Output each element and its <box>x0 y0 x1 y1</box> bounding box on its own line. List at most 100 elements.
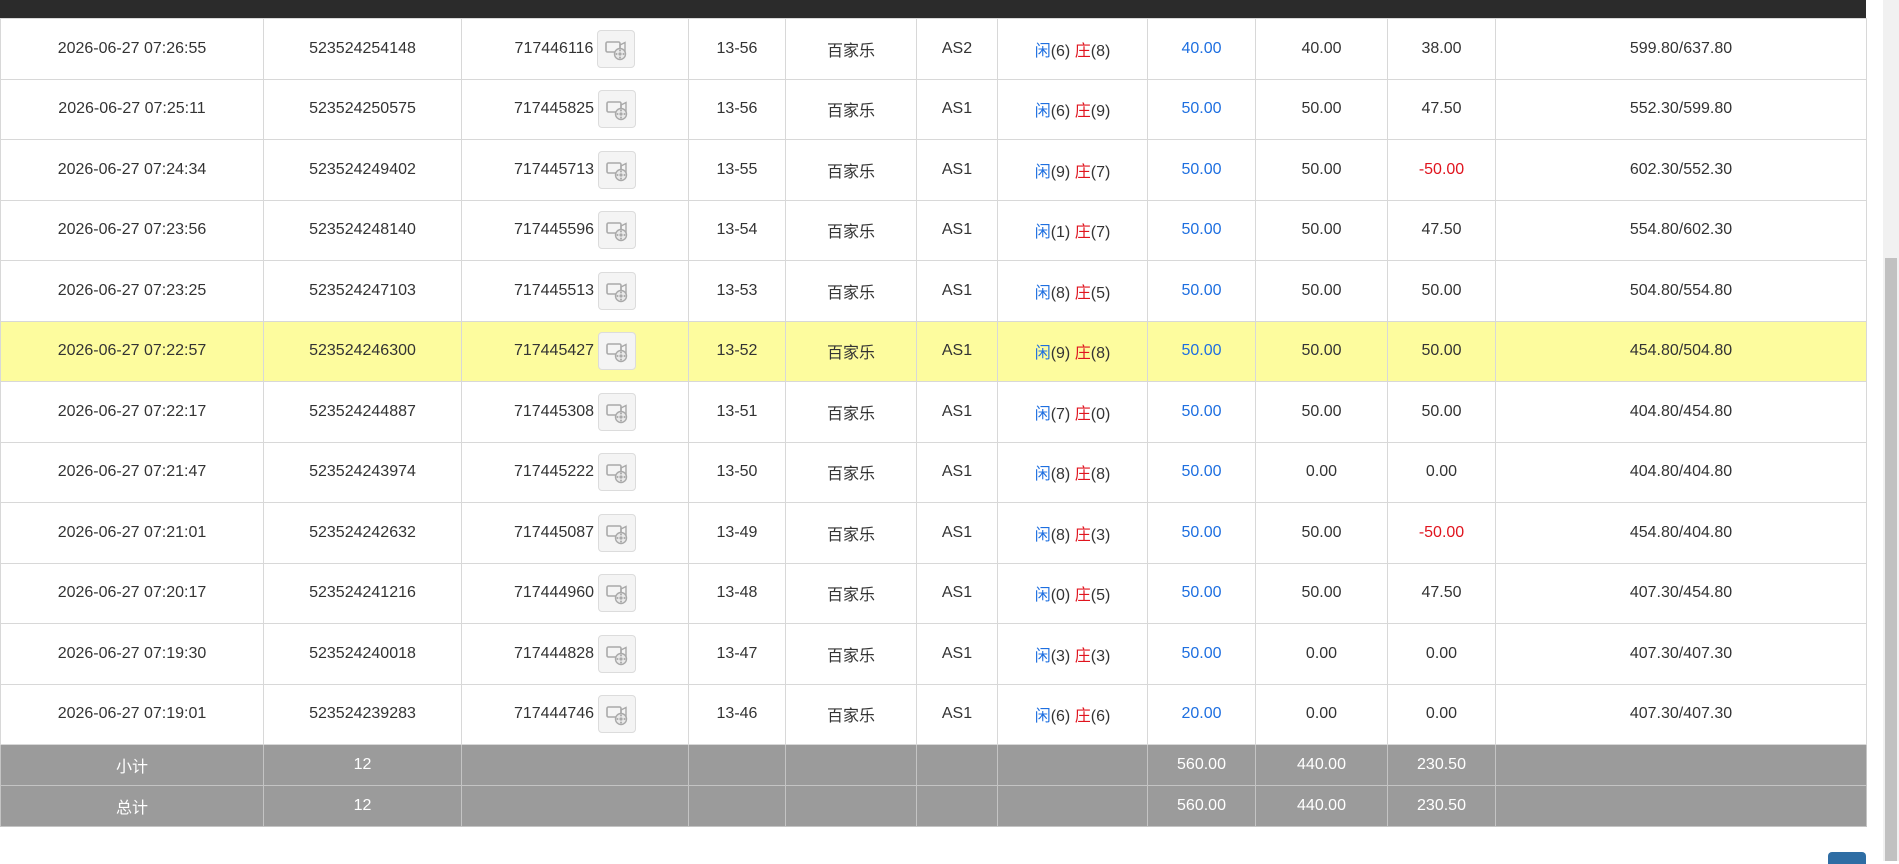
video-replay-icon[interactable] <box>598 90 637 129</box>
balance-cell: 454.80/404.80 <box>1495 502 1867 564</box>
empty-cell <box>688 785 786 827</box>
game-type-cell: 百家乐 <box>785 441 917 503</box>
bet-id-cell: 523524247103 <box>263 260 462 322</box>
player-label: 闲 <box>1034 284 1051 302</box>
bet-amount-cell[interactable]: 50.00 <box>1147 502 1256 564</box>
banker-label: 庄 <box>1074 405 1091 423</box>
bet-amount-cell[interactable]: 50.00 <box>1147 562 1256 624</box>
player-label: 闲 <box>1034 42 1051 60</box>
bet-amount-cell[interactable]: 50.00 <box>1147 381 1256 443</box>
pagination-button[interactable] <box>1828 852 1866 864</box>
game-type-cell: 百家乐 <box>785 623 917 685</box>
game-type-cell: 百家乐 <box>785 381 917 443</box>
balance-cell: 454.80/504.80 <box>1495 320 1867 382</box>
table-row: 2026-06-27 07:21:47 523524243974 717445222… <box>0 441 1867 503</box>
bet-id-cell: 523524243974 <box>263 441 462 503</box>
table-body: 2026-06-27 07:26:55 523524254148 717446116… <box>0 18 1867 827</box>
video-replay-icon[interactable] <box>598 453 637 492</box>
video-replay-icon[interactable] <box>597 29 636 68</box>
banker-score: (0) <box>1090 405 1111 423</box>
video-replay-icon[interactable] <box>598 695 637 734</box>
bet-amount-cell[interactable]: 50.00 <box>1147 320 1256 382</box>
game-type-cell: 百家乐 <box>785 683 917 745</box>
video-replay-icon[interactable] <box>598 392 637 431</box>
empty-cell <box>1495 785 1867 827</box>
player-score: (9) <box>1050 163 1071 181</box>
video-replay-icon[interactable] <box>598 332 637 371</box>
win-loss-cell: -50.00 <box>1387 502 1496 564</box>
banker-label: 庄 <box>1074 526 1091 544</box>
round-id-cell: 717445222 <box>461 441 689 503</box>
bet-amount-cell[interactable]: 50.00 <box>1147 441 1256 503</box>
video-replay-icon[interactable] <box>598 271 637 310</box>
valid-bet-cell: 0.00 <box>1255 441 1388 503</box>
subtotal-bet-amount: 560.00 <box>1147 744 1256 786</box>
bet-amount-cell[interactable]: 50.00 <box>1147 623 1256 685</box>
round-id-text: 717445596 <box>513 221 595 239</box>
round-id-text: 717445222 <box>513 463 595 481</box>
player-label: 闲 <box>1034 224 1051 242</box>
player-score: (1) <box>1050 224 1071 242</box>
video-replay-icon[interactable] <box>598 634 637 673</box>
table-code-cell: AS1 <box>916 199 998 261</box>
shoe-round-cell: 13-46 <box>688 683 786 745</box>
player-label: 闲 <box>1034 466 1051 484</box>
banker-label: 庄 <box>1074 284 1091 302</box>
video-replay-icon[interactable] <box>598 513 637 552</box>
video-replay-icon[interactable] <box>598 574 637 613</box>
round-id-text: 717445713 <box>513 160 595 178</box>
win-loss-cell: 0.00 <box>1387 441 1496 503</box>
round-id-text: 717444828 <box>513 644 595 662</box>
round-id-text: 717445427 <box>513 342 595 360</box>
round-id-cell: 717445308 <box>461 381 689 443</box>
valid-bet-cell: 50.00 <box>1255 320 1388 382</box>
round-id-cell: 717445825 <box>461 78 689 140</box>
balance-cell: 404.80/404.80 <box>1495 441 1867 503</box>
round-id-text: 717446116 <box>514 39 594 57</box>
bet-id-cell: 523524239283 <box>263 683 462 745</box>
balance-cell: 504.80/554.80 <box>1495 260 1867 322</box>
valid-bet-cell: 0.00 <box>1255 683 1388 745</box>
bet-amount-cell[interactable]: 50.00 <box>1147 139 1256 201</box>
banker-label: 庄 <box>1074 103 1091 121</box>
bet-amount-cell[interactable]: 50.00 <box>1147 199 1256 261</box>
subtotal-row: 小计 12 560.00 440.00 230.50 <box>0 744 1867 786</box>
result-cell: 闲(9) 庄(7) <box>997 139 1148 201</box>
game-type-cell: 百家乐 <box>785 199 917 261</box>
banker-score: (5) <box>1090 284 1111 302</box>
result-cell: 闲(8) 庄(3) <box>997 502 1148 564</box>
bet-id-cell: 523524248140 <box>263 199 462 261</box>
vertical-scrollbar-thumb[interactable] <box>1885 258 1897 861</box>
banker-score: (3) <box>1090 526 1111 544</box>
player-label: 闲 <box>1034 345 1051 363</box>
bet-time-cell: 2026-06-27 07:19:30 <box>0 623 264 685</box>
bet-amount-cell[interactable]: 50.00 <box>1147 260 1256 322</box>
result-cell: 闲(6) 庄(9) <box>997 78 1148 140</box>
player-score: (6) <box>1050 42 1071 60</box>
subtotal-valid-bet: 440.00 <box>1255 744 1388 786</box>
bet-id-cell: 523524241216 <box>263 562 462 624</box>
bet-amount-cell[interactable]: 20.00 <box>1147 683 1256 745</box>
banker-label: 庄 <box>1074 708 1091 726</box>
win-loss-cell: 0.00 <box>1387 683 1496 745</box>
round-id-cell: 717446116 <box>461 18 689 80</box>
player-score: (6) <box>1050 103 1071 121</box>
table-row: 2026-06-27 07:26:55 523524254148 717446116… <box>0 18 1867 80</box>
bet-id-cell: 523524254148 <box>263 18 462 80</box>
bet-id-cell: 523524250575 <box>263 78 462 140</box>
player-label: 闲 <box>1034 103 1051 121</box>
round-id-cell: 717444828 <box>461 623 689 685</box>
video-replay-icon[interactable] <box>598 211 637 250</box>
banker-label: 庄 <box>1074 587 1091 605</box>
table-row: 2026-06-27 07:23:25 523524247103 717445513… <box>0 260 1867 322</box>
banker-label: 庄 <box>1074 42 1091 60</box>
balance-cell: 554.80/602.30 <box>1495 199 1867 261</box>
bet-time-cell: 2026-06-27 07:22:57 <box>0 320 264 382</box>
bet-amount-cell[interactable]: 50.00 <box>1147 78 1256 140</box>
result-cell: 闲(6) 庄(6) <box>997 683 1148 745</box>
video-replay-icon[interactable] <box>598 150 637 189</box>
player-score: (6) <box>1050 708 1071 726</box>
bet-amount-cell[interactable]: 40.00 <box>1147 18 1256 80</box>
valid-bet-cell: 50.00 <box>1255 260 1388 322</box>
total-win-loss: 230.50 <box>1387 785 1496 827</box>
